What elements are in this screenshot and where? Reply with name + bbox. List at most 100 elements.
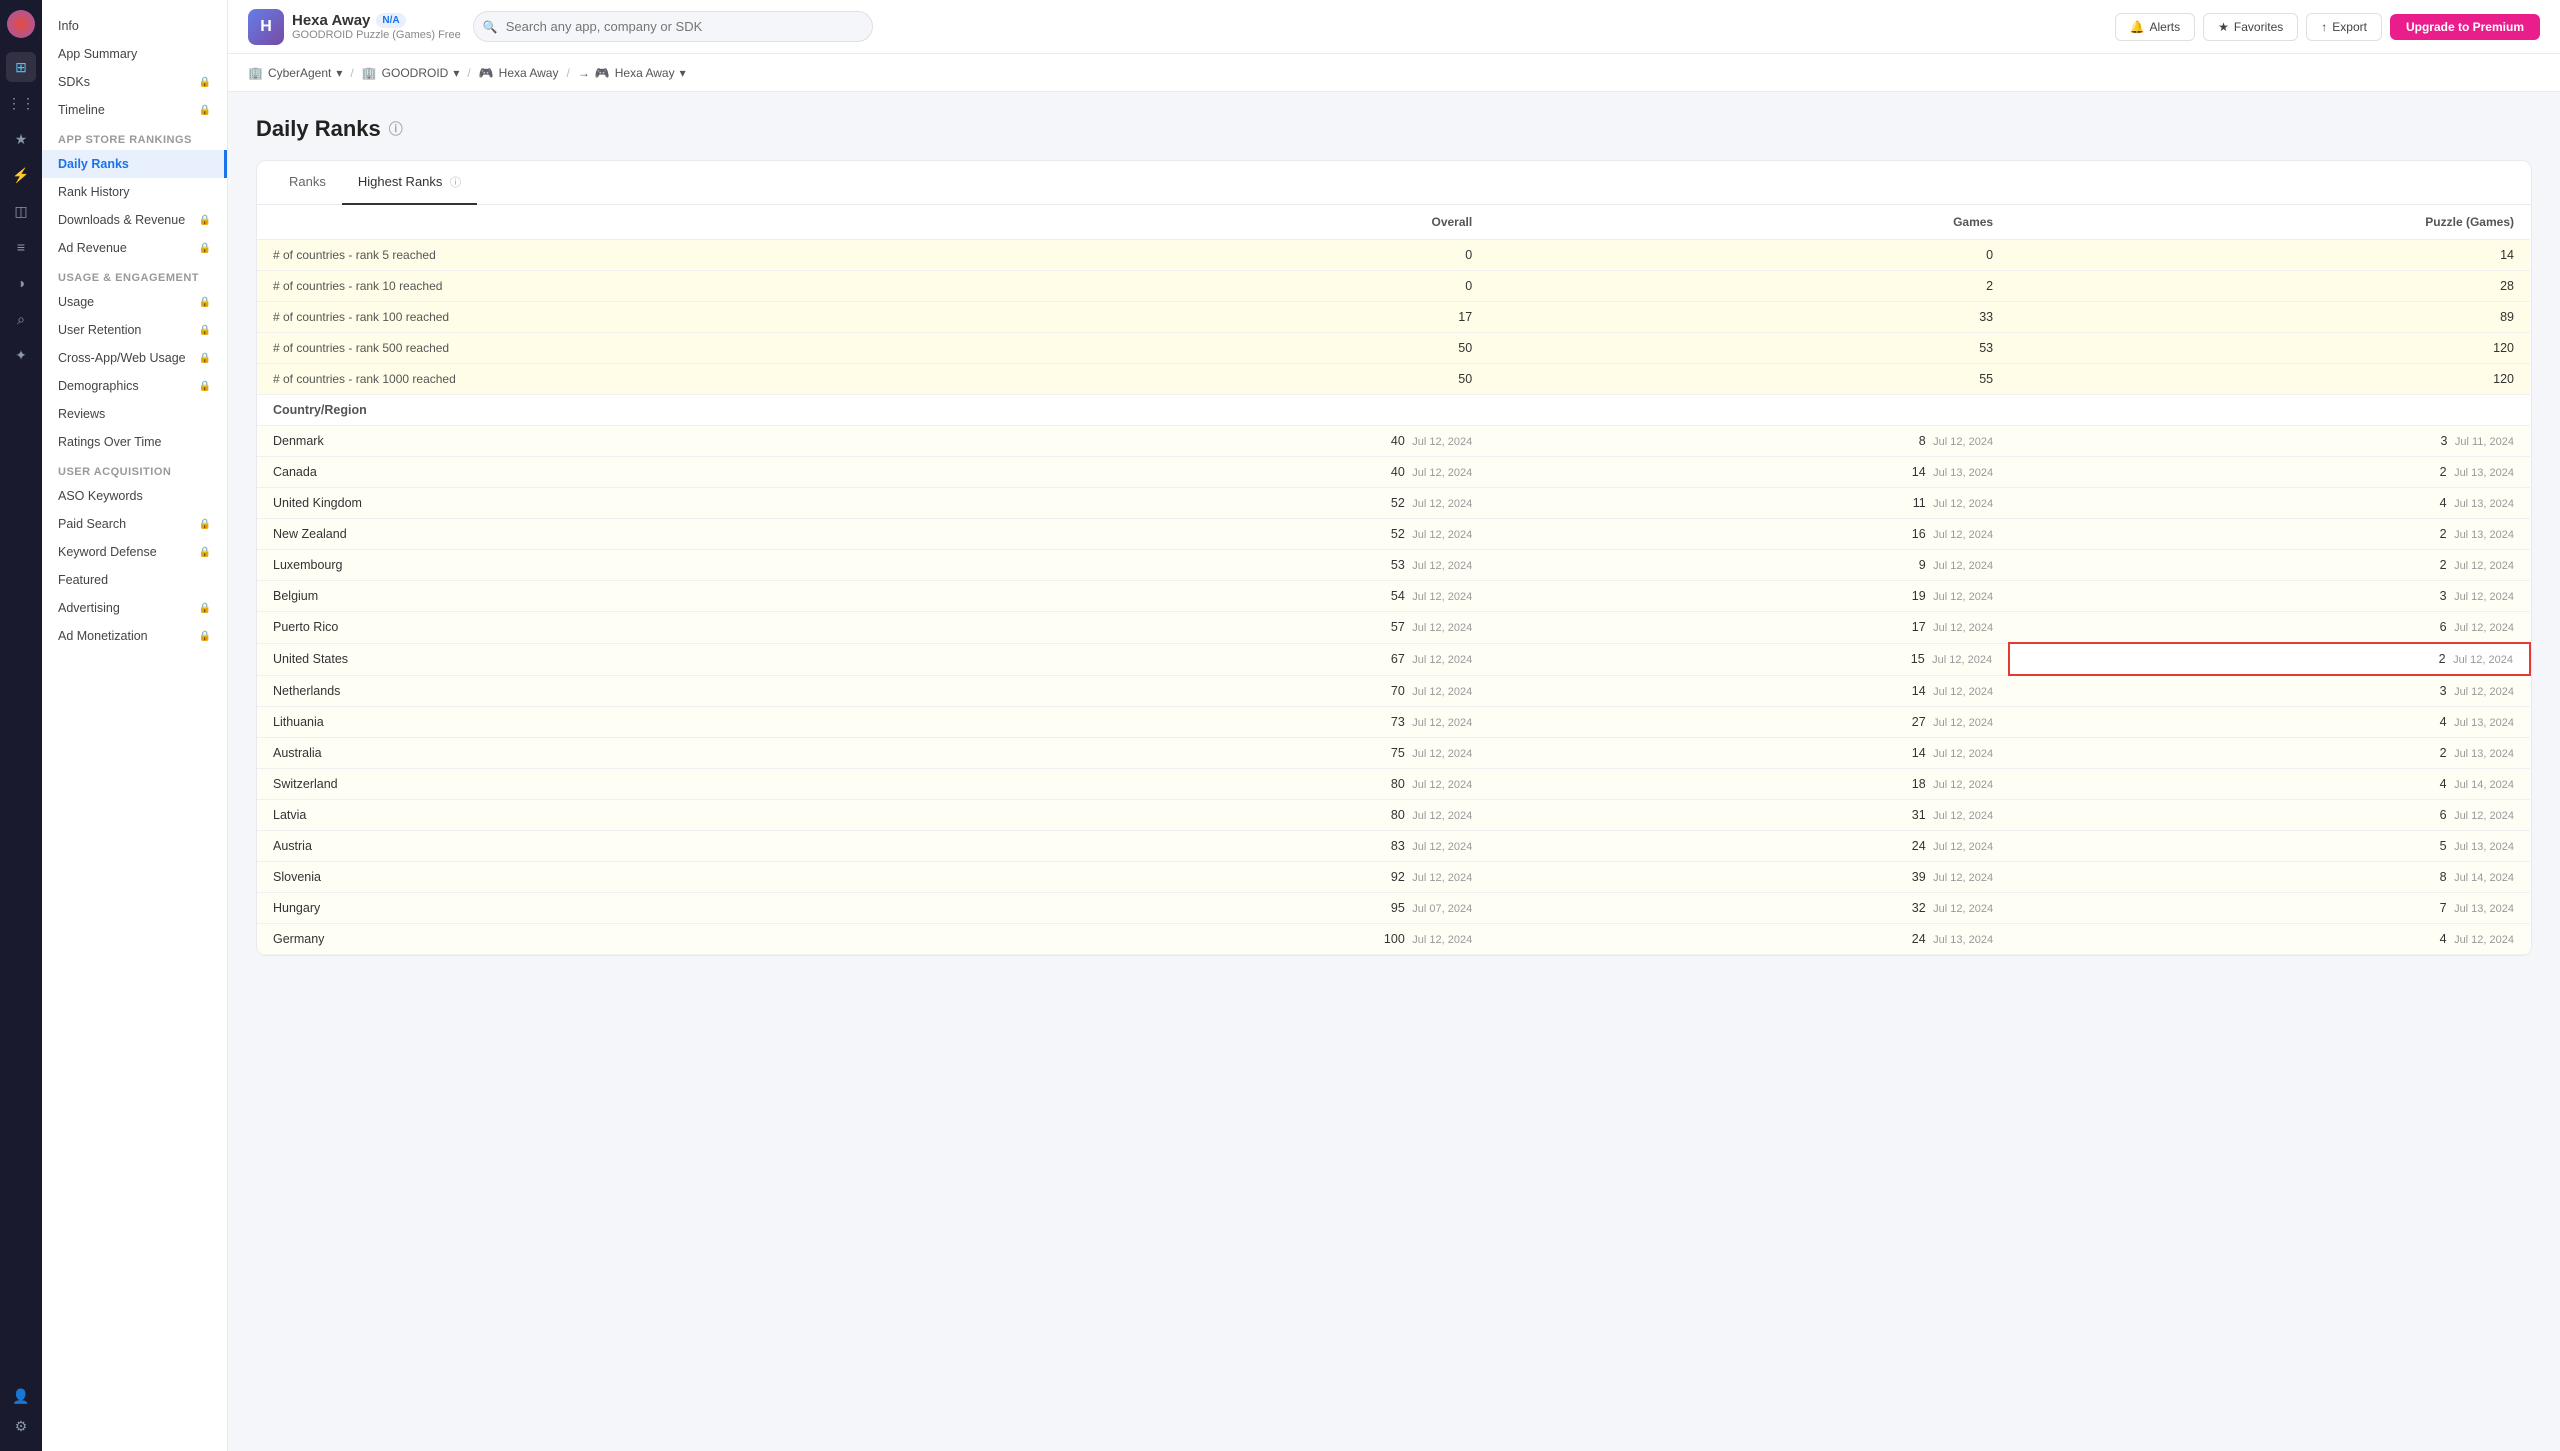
nav-pulse[interactable]: ⚡ <box>6 160 36 190</box>
sidebar-item-cross-app[interactable]: Cross-App/Web Usage 🔒 <box>42 344 227 372</box>
nav-settings[interactable]: ⚙ <box>6 1411 36 1441</box>
search-icon: 🔍 <box>483 20 498 34</box>
tab-ranks[interactable]: Ranks <box>273 161 342 205</box>
lock-icon-kw: 🔒 <box>199 547 211 558</box>
export-icon: ↑ <box>2321 20 2327 34</box>
icon-nav: ⊞ ⋮⋮ ★ ⚡ ◫ ≡ ◑ ⌕ ✦ 👤 ⚙ <box>0 0 42 1451</box>
overall-rank: 54 Jul 12, 2024 <box>967 581 1488 612</box>
country-name: Puerto Rico <box>257 612 967 644</box>
sidebar-item-app-summary[interactable]: App Summary <box>42 40 227 68</box>
app-logo[interactable] <box>7 10 35 38</box>
content: Daily Ranks ⓘ Ranks Highest Ranks ⓘ <box>228 92 2560 1451</box>
table-row: Belgium 54 Jul 12, 2024 19 Jul 12, 2024 … <box>257 581 2530 612</box>
table-row: Netherlands 70 Jul 12, 2024 14 Jul 12, 2… <box>257 675 2530 707</box>
games-rank: 27 Jul 12, 2024 <box>1488 707 2009 738</box>
country-name: Netherlands <box>257 675 967 707</box>
sidebar-item-downloads-revenue[interactable]: Downloads & Revenue 🔒 <box>42 206 227 234</box>
games-rank: 14 Jul 12, 2024 <box>1488 675 2009 707</box>
sidebar-item-keyword-defense[interactable]: Keyword Defense 🔒 <box>42 538 227 566</box>
nav-compare[interactable]: ⋮⋮ <box>6 88 36 118</box>
info-icon[interactable]: ⓘ <box>389 119 403 139</box>
puzzle-rank: 3 Jul 12, 2024 <box>2009 581 2530 612</box>
breadcrumb-goodroid[interactable]: 🏢 GOODROID ▾ <box>362 66 460 80</box>
table-row: Canada 40 Jul 12, 2024 14 Jul 13, 2024 2… <box>257 457 2530 488</box>
games-rank: 19 Jul 12, 2024 <box>1488 581 2009 612</box>
nav-idea[interactable]: ✦ <box>6 340 36 370</box>
puzzle-rank: 2 Jul 13, 2024 <box>2009 738 2530 769</box>
nav-chart[interactable]: ◑ <box>6 268 36 298</box>
favorites-button[interactable]: ★ Favorites <box>2203 13 2298 41</box>
bell-icon: 🔔 <box>2130 20 2145 34</box>
sidebar-item-featured[interactable]: Featured <box>42 566 227 594</box>
app-icon: H <box>248 9 284 45</box>
games-rank: 24 Jul 12, 2024 <box>1488 831 2009 862</box>
puzzle-rank: 4 Jul 12, 2024 <box>2009 924 2530 955</box>
sidebar-item-usage[interactable]: Usage 🔒 <box>42 288 227 316</box>
nav-user[interactable]: 👤 <box>6 1381 36 1411</box>
table-row: Austria 83 Jul 12, 2024 24 Jul 12, 2024 … <box>257 831 2530 862</box>
table-row: Latvia 80 Jul 12, 2024 31 Jul 12, 2024 6… <box>257 800 2530 831</box>
games-rank: 9 Jul 12, 2024 <box>1488 550 2009 581</box>
nav-categories[interactable]: ◫ <box>6 196 36 226</box>
games-rank: 32 Jul 12, 2024 <box>1488 893 2009 924</box>
lock-icon-sdks: 🔒 <box>199 77 211 88</box>
topbar-right: 🔔 Alerts ★ Favorites ↑ Export Upgrade to… <box>2115 13 2540 41</box>
nav-favorites[interactable]: ★ <box>6 124 36 154</box>
games-rank: 24 Jul 13, 2024 <box>1488 924 2009 955</box>
sidebar-item-paid-search[interactable]: Paid Search 🔒 <box>42 510 227 538</box>
sidebar-item-demographics[interactable]: Demographics 🔒 <box>42 372 227 400</box>
summary-overall: 0 <box>967 271 1488 302</box>
puzzle-rank: 3 Jul 12, 2024 <box>2009 675 2530 707</box>
sidebar-item-user-retention[interactable]: User Retention 🔒 <box>42 316 227 344</box>
sidebar-item-timeline[interactable]: Timeline 🔒 <box>42 96 227 124</box>
sidebar-item-reviews[interactable]: Reviews <box>42 400 227 428</box>
sidebar-item-ad-revenue[interactable]: Ad Revenue 🔒 <box>42 234 227 262</box>
nav-search2[interactable]: ⌕ <box>6 304 36 334</box>
game-icon: 🎮 <box>479 66 494 80</box>
country-name: Switzerland <box>257 769 967 800</box>
info-icon-tab: ⓘ <box>450 177 461 189</box>
app-name: Hexa Away <box>292 12 370 29</box>
breadcrumb-hexa-away-2[interactable]: → 🎮 Hexa Away ▾ <box>578 66 686 80</box>
overall-rank: 52 Jul 12, 2024 <box>967 519 1488 550</box>
summary-label: # of countries - rank 10 reached <box>257 271 967 302</box>
sidebar-item-aso[interactable]: ASO Keywords <box>42 482 227 510</box>
star-icon: ★ <box>2218 20 2229 34</box>
table-row: New Zealand 52 Jul 12, 2024 16 Jul 12, 2… <box>257 519 2530 550</box>
breadcrumb-hexa-away[interactable]: 🎮 Hexa Away <box>479 66 559 80</box>
summary-row: # of countries - rank 100 reached 17 33 … <box>257 302 2530 333</box>
games-rank: 15 Jul 12, 2024 <box>1488 643 2009 675</box>
col-header-overall: Overall <box>967 205 1488 240</box>
tab-bar: Ranks Highest Ranks ⓘ <box>257 161 2531 205</box>
overall-rank: 67 Jul 12, 2024 <box>967 643 1488 675</box>
sidebar-item-ad-monetization[interactable]: Ad Monetization 🔒 <box>42 622 227 650</box>
country-name: Latvia <box>257 800 967 831</box>
overall-rank: 80 Jul 12, 2024 <box>967 769 1488 800</box>
summary-label: # of countries - rank 1000 reached <box>257 364 967 395</box>
sidebar-item-sdks[interactable]: SDKs 🔒 <box>42 68 227 96</box>
summary-games: 53 <box>1488 333 2009 364</box>
col-header-puzzle: Puzzle (Games) <box>2009 205 2530 240</box>
lock-icon-usage: 🔒 <box>199 297 211 308</box>
sidebar-item-daily-ranks[interactable]: Daily Ranks <box>42 150 227 178</box>
export-button[interactable]: ↑ Export <box>2306 13 2382 41</box>
nav-home[interactable]: ⊞ <box>6 52 36 82</box>
summary-puzzle: 89 <box>2009 302 2530 333</box>
puzzle-rank: 3 Jul 11, 2024 <box>2009 426 2530 457</box>
breadcrumb-cyberagent[interactable]: 🏢 CyberAgent ▾ <box>248 66 342 80</box>
puzzle-rank: 4 Jul 14, 2024 <box>2009 769 2530 800</box>
premium-button[interactable]: Upgrade to Premium <box>2390 14 2540 40</box>
sidebar-item-advertising[interactable]: Advertising 🔒 <box>42 594 227 622</box>
sidebar-item-ratings[interactable]: Ratings Over Time <box>42 428 227 456</box>
sidebar-item-rank-history[interactable]: Rank History <box>42 178 227 206</box>
puzzle-rank: 5 Jul 13, 2024 <box>2009 831 2530 862</box>
sidebar-item-info[interactable]: Info <box>42 12 227 40</box>
lock-icon-cross: 🔒 <box>199 353 211 364</box>
nav-list[interactable]: ≡ <box>6 232 36 262</box>
puzzle-rank: 2 Jul 12, 2024 <box>2009 550 2530 581</box>
search-input[interactable] <box>473 11 873 42</box>
tab-highest-ranks[interactable]: Highest Ranks ⓘ <box>342 161 477 205</box>
table-row: Puerto Rico 57 Jul 12, 2024 17 Jul 12, 2… <box>257 612 2530 644</box>
puzzle-rank: 7 Jul 13, 2024 <box>2009 893 2530 924</box>
alerts-button[interactable]: 🔔 Alerts <box>2115 13 2196 41</box>
